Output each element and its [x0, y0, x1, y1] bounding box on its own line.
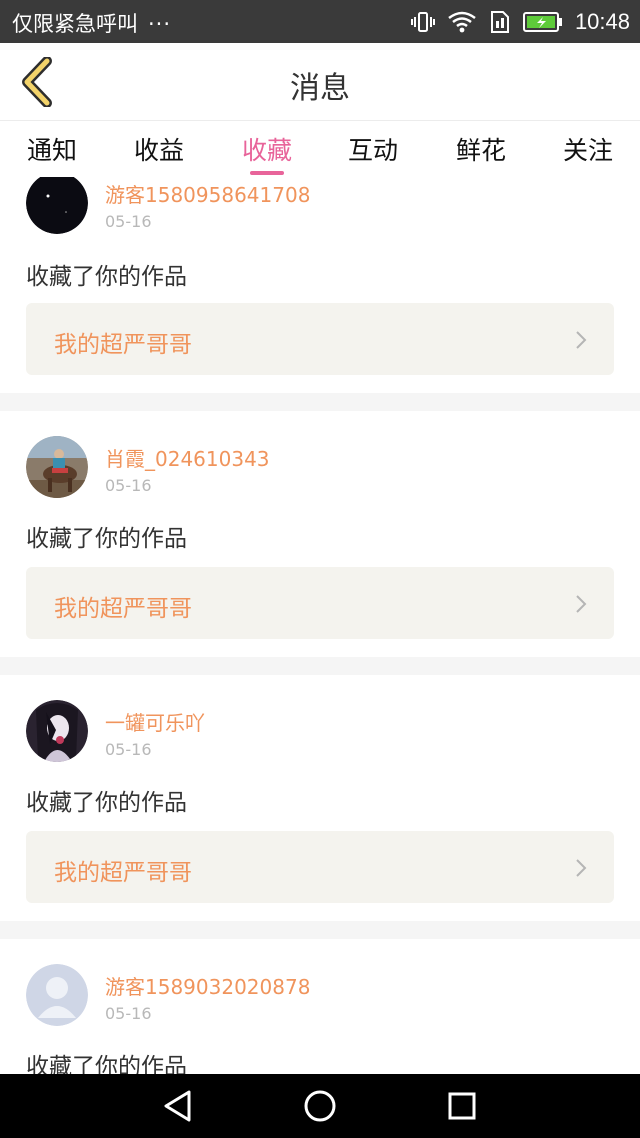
- work-link[interactable]: 我的超严哥哥: [26, 303, 614, 375]
- work-title: 我的超严哥哥: [54, 860, 192, 886]
- sim-icon: [489, 10, 511, 34]
- more-dots: ···: [148, 12, 172, 36]
- user-avatar[interactable]: [26, 436, 88, 498]
- message-feed[interactable]: 游客1580958641708 05-16 收藏了你的作品 我的超严哥哥 肖霞_…: [0, 177, 640, 1074]
- dark-night-avatar: [26, 177, 88, 234]
- status-bar: 仅限紧急呼叫 ··· 10:48: [0, 0, 640, 43]
- username[interactable]: 一罐可乐吖: [105, 707, 205, 736]
- tab-earnings[interactable]: 收益: [119, 131, 199, 167]
- tab-interactions[interactable]: 互动: [333, 131, 413, 167]
- chevron-right-icon: [574, 857, 588, 883]
- action-text: 收藏了你的作品: [26, 264, 187, 290]
- work-title: 我的超严哥哥: [54, 596, 192, 622]
- action-text: 收藏了你的作品: [26, 1054, 187, 1074]
- nav-back-button[interactable]: [158, 1088, 198, 1124]
- action-text: 收藏了你的作品: [26, 790, 187, 816]
- date: 05-16: [105, 476, 152, 495]
- clock-time: 10:48: [574, 9, 630, 34]
- tab-flowers[interactable]: 鲜花: [441, 131, 521, 167]
- wifi-icon: [447, 10, 477, 34]
- list-item: 游客1589032020878 05-16 收藏了你的作品: [0, 939, 640, 1074]
- work-title: 我的超严哥哥: [54, 332, 192, 358]
- username[interactable]: 游客1580958641708: [105, 179, 310, 208]
- system-nav-bar: [0, 1074, 640, 1138]
- date: 05-16: [105, 740, 152, 759]
- list-item: 肖霞_024610343 05-16 收藏了你的作品 我的超严哥哥: [0, 411, 640, 657]
- nav-recents-button[interactable]: [442, 1088, 482, 1124]
- vibrate-icon: [410, 10, 435, 34]
- page-title: 消息: [290, 71, 350, 106]
- status-left: 仅限紧急呼叫 ···: [12, 8, 171, 38]
- chevron-right-icon: [574, 329, 588, 355]
- tab-bar: 通知 收益 收藏 互动 鲜花 关注: [0, 121, 640, 177]
- active-tab-indicator: [250, 171, 284, 175]
- user-avatar[interactable]: [26, 964, 88, 1026]
- date: 05-16: [105, 1004, 152, 1023]
- list-item: 一罐可乐吖 05-16 收藏了你的作品 我的超严哥哥: [0, 675, 640, 921]
- back-triangle-icon: [164, 1090, 191, 1122]
- tab-notifications[interactable]: 通知: [12, 131, 92, 167]
- carrier-text: 仅限紧急呼叫: [12, 12, 138, 36]
- work-link[interactable]: 我的超严哥哥: [26, 831, 614, 903]
- home-circle-icon: [304, 1090, 336, 1122]
- user-avatar[interactable]: [26, 177, 88, 234]
- list-item: 游客1580958641708 05-16 收藏了你的作品 我的超严哥哥: [0, 177, 640, 393]
- battery-charging-icon: [522, 11, 563, 33]
- action-text: 收藏了你的作品: [26, 526, 187, 552]
- status-right: 10:48: [410, 7, 630, 37]
- camel-rider-avatar: [26, 436, 88, 498]
- work-link[interactable]: 我的超严哥哥: [26, 567, 614, 639]
- username[interactable]: 游客1589032020878: [105, 971, 310, 1000]
- user-avatar[interactable]: [26, 700, 88, 762]
- default-user-avatar: [26, 964, 88, 1026]
- chevron-right-icon: [574, 593, 588, 619]
- tab-favorites[interactable]: 收藏: [227, 131, 307, 167]
- anime-girl-avatar: [26, 700, 88, 762]
- username[interactable]: 肖霞_024610343: [105, 443, 270, 472]
- tab-following[interactable]: 关注: [548, 131, 628, 167]
- app-header: 消息: [0, 43, 640, 121]
- recents-square-icon: [448, 1092, 476, 1120]
- date: 05-16: [105, 212, 152, 231]
- nav-home-button[interactable]: [300, 1088, 340, 1124]
